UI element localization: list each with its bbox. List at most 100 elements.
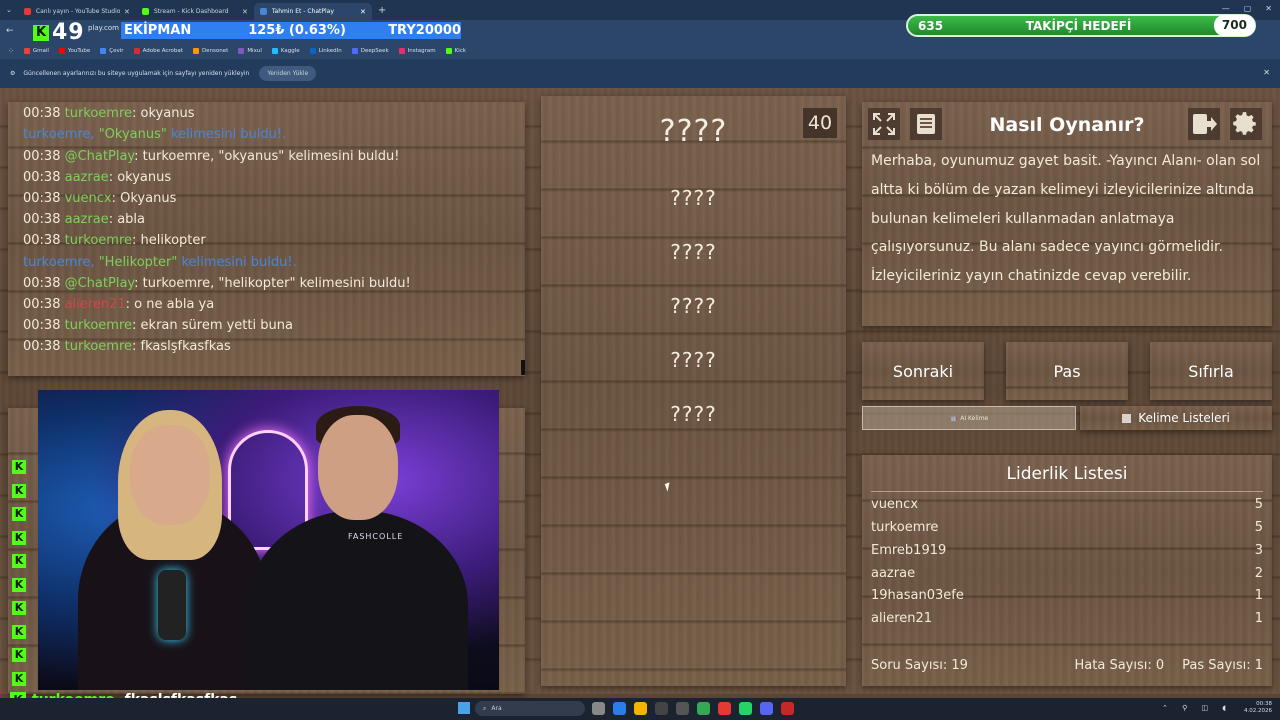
microphone [158,570,186,640]
chat-message: 00:38 aazrae: okyanus [23,170,171,185]
kick-icon: K [12,648,26,662]
kick-viewer-badge: K 49 [33,20,85,45]
taskbar-clock[interactable]: 00:38 4.02.2026 [1244,701,1272,715]
bookmark-item[interactable]: LinkedIn [309,47,342,54]
bookmark-item[interactable]: Çevir [100,47,124,54]
message-text: : turkoemre, "okyanus" kelimesini buldu! [134,149,400,164]
taskbar-search[interactable]: ⌕ Ara [475,701,585,716]
reset-button[interactable]: Sıfırla [1150,342,1272,400]
message-user: aazrae [64,212,109,227]
kick-count: 49 [52,20,85,45]
bookmark-label: Kick [454,47,466,54]
message-user: alieren21 [64,297,126,312]
system-tray[interactable]: ⌃ ⚲ ◫ ◖ [1162,704,1232,712]
store-icon[interactable] [655,702,668,715]
forbidden-word: ???? [670,240,717,264]
leaderboard-divider [871,491,1263,492]
close-tab-icon[interactable]: ✕ [124,8,130,16]
chat-scrollbar[interactable] [521,360,525,375]
how-to-play-panel: Nasıl Oynanır? Merhaba, oyunumuz gayet b… [862,102,1272,326]
message-user: vuencx [64,191,112,206]
message-text: : fkaslşfkasfkas [132,339,231,354]
ai-word-label: AI Kelime [960,414,989,422]
message-text: : ekran sürem yetti buna [132,318,293,333]
bookmark-item[interactable]: DeepSeek [351,47,389,54]
whatsapp-icon[interactable] [739,702,752,715]
player-name: aazrae [871,566,916,581]
apps-icon[interactable]: ⁘ [8,47,14,55]
message-user: @ChatPlay [64,149,135,164]
kick-logo-icon: K [33,24,49,41]
bookmark-item[interactable]: Mixul [238,47,262,54]
forbidden-word: ???? [670,402,717,426]
tab-list-icon[interactable]: ⌄ [6,6,12,14]
tab-kick-dashboard[interactable]: Stream - Kick Dashboard ✕ [136,3,254,20]
message-text: : okyanus [132,106,195,121]
message-user: aazrae [64,170,109,185]
player-name: Emreb1919 [871,543,947,558]
minimize-icon[interactable]: — [1222,4,1230,13]
chat-message: 00:38 turkoemre: fkaslşfkasfkas [23,339,231,354]
chat-message: 00:38 turkoemre: okyanus [23,106,194,121]
bookmark-label: Adobe Acrobat [142,47,183,54]
back-icon[interactable]: ← [6,26,14,36]
mixul-icon [238,47,245,54]
task-view-icon[interactable] [592,702,605,715]
close-tab-icon[interactable]: ✕ [360,8,366,16]
player-name: alieren21 [871,611,933,626]
windows-start-icon[interactable] [458,702,470,714]
settings-gear-icon[interactable] [1230,108,1262,140]
close-window-icon[interactable]: ✕ [1265,4,1272,13]
bookmark-item[interactable]: YouTube [58,47,90,54]
error-count: Hata Sayısı: 0 [1074,658,1165,673]
new-tab-button[interactable]: + [378,5,386,16]
chat-message: 00:38 aazrae: abla [23,212,145,227]
word-lists-label: Kelime Listeleri [1138,411,1230,425]
bookmark-item[interactable]: Kaggle [271,47,300,54]
chat-system-message: turkoemre, "Okyanus" kelimesini buldu!. [23,127,286,142]
kick-icon [445,47,452,54]
pass-button[interactable]: Pas [1006,342,1128,400]
next-button[interactable]: Sonraki [862,342,984,400]
bookmark-item[interactable]: Instagram [398,47,436,54]
question-count: Soru Sayısı: 19 [871,658,968,673]
message-user: turkoemre [64,233,133,248]
tab-youtube-studio[interactable]: Canlı yayın - YouTube Studio ✕ [18,3,136,20]
bookmark-label: DeepSeek [360,47,389,54]
message-user: turkoemre [64,106,133,121]
leaderboard-row: 19hasan03efe 1 [871,588,1263,603]
close-tab-icon[interactable]: ✕ [242,8,248,16]
bookmark-item[interactable]: Adobe Acrobat [133,47,183,54]
bookmark-item[interactable]: Kick [445,47,466,54]
kick-icon: K [12,671,26,686]
url-text[interactable]: play.com [88,24,119,32]
youtube-app-icon[interactable] [718,702,731,715]
exit-icon[interactable] [1188,108,1220,140]
reload-button[interactable]: Yeniden Yükle [259,66,317,81]
message-text: : helikopter [132,233,206,248]
message-highlight: "Helikopter" [98,255,178,270]
discord-icon[interactable] [760,702,773,715]
goal-target: 700 [1213,15,1255,36]
message-time: 00:38 [23,149,61,164]
bookmark-item[interactable]: Densonet [192,47,228,54]
bookmark-item[interactable]: Gmail [23,47,49,54]
message-text: kelimesini buldu!. [177,255,297,270]
chrome-icon[interactable] [697,702,710,715]
maximize-icon[interactable]: ▢ [1244,4,1252,13]
obs-icon[interactable] [781,702,794,715]
bookmark-label: Gmail [32,47,49,54]
kick-icon: K [12,624,26,639]
youtube-icon [23,8,31,15]
game-stats: Soru Sayısı: 19 Hata Sayısı: 0 Pas Sayıs… [871,658,1263,673]
close-infobar-icon[interactable]: ✕ [1263,68,1270,77]
edge-icon[interactable] [613,702,626,715]
ai-word-button[interactable]: 🤖 AI Kelime [862,406,1076,430]
explorer-icon[interactable] [634,702,647,715]
acrobat-icon [133,47,140,54]
word-lists-button[interactable]: Kelime Listeleri [1080,406,1272,430]
player-score: 3 [1254,543,1263,558]
app-icon[interactable] [676,702,689,715]
target-word: ???? [659,114,728,149]
tab-chatplay[interactable]: Tahmin Et - ChatPlay ✕ [253,3,372,20]
